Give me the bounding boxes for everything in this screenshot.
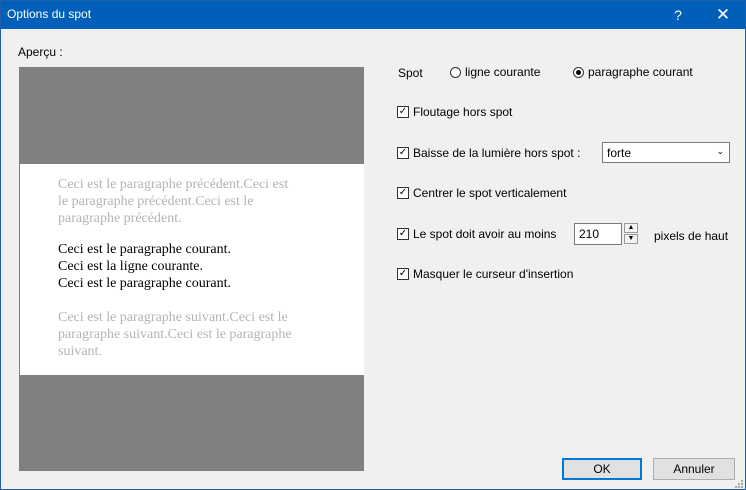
chevron-down-icon: ⌄ (716, 146, 724, 156)
checkbox-icon: ✓ (397, 268, 409, 280)
checkbox-icon: ✓ (397, 228, 409, 240)
radio-selected-icon (573, 66, 584, 78)
ok-button[interactable]: OK (562, 458, 642, 480)
radio-icon (450, 66, 461, 78)
dim-level-value: forte (607, 146, 632, 160)
arrow-down-icon: ▼ (627, 235, 635, 242)
arrow-up-icon: ▲ (627, 224, 635, 231)
radio-current-line[interactable]: ligne courante (450, 65, 540, 79)
center-checkbox[interactable]: ✓ Centrer le spot verticalement (397, 186, 566, 200)
dim-label: Baisse de la lumière hors spot : (413, 146, 581, 160)
window-title: Options du spot (7, 7, 92, 21)
spin-down-button[interactable]: ▼ (624, 234, 638, 244)
check-icon: ✓ (398, 228, 408, 239)
checkbox-icon: ✓ (397, 187, 409, 199)
blur-checkbox[interactable]: ✓ Floutage hors spot (397, 105, 512, 119)
dim-checkbox[interactable]: ✓ Baisse de la lumière hors spot : (397, 146, 580, 160)
preview-page: Ceci est le paragraphe précédent.Ceci es… (20, 164, 364, 375)
current-line: Ceci est la ligne courante. (58, 259, 203, 274)
hide-cursor-checkbox[interactable]: ✓ Masquer le curseur d'insertion (397, 267, 573, 281)
blur-label: Floutage hors spot (413, 105, 513, 119)
checkbox-icon: ✓ (397, 147, 409, 159)
current-paragraph-line: Ceci est le paragraphe courant. (58, 276, 231, 291)
hide-cursor-label: Masquer le curseur d'insertion (413, 267, 574, 281)
radio-current-paragraph[interactable]: paragraphe courant (573, 65, 693, 79)
pixels-unit-label: pixels de haut (654, 229, 729, 243)
check-icon: ✓ (398, 106, 408, 117)
preview-label: Aperçu : (18, 45, 63, 59)
min-height-label: Le spot doit avoir au moins (413, 227, 557, 241)
check-icon: ✓ (398, 268, 408, 279)
preview-area: Ceci est le paragraphe précédent.Ceci es… (19, 67, 364, 471)
next-paragraph: Ceci est le paragraphe suivant.Ceci est … (58, 310, 292, 359)
current-paragraph: Ceci est le paragraphe courant. Ceci est… (58, 241, 298, 292)
resize-grip-icon[interactable] (734, 479, 744, 489)
radio-label: ligne courante (465, 65, 541, 79)
title-bar: Options du spot ? ✕ (1, 1, 745, 29)
previous-paragraph: Ceci est le paragraphe précédent.Ceci es… (58, 177, 289, 226)
center-label: Centrer le spot verticalement (413, 186, 567, 200)
help-button[interactable]: ? (660, 1, 696, 29)
close-button[interactable]: ✕ (704, 1, 742, 29)
cancel-button[interactable]: Annuler (653, 458, 735, 480)
check-icon: ✓ (398, 147, 408, 158)
radio-label: paragraphe courant (588, 65, 693, 79)
dim-level-select[interactable]: forte ⌄ (602, 142, 730, 163)
min-height-input[interactable]: 210 (574, 223, 622, 245)
min-height-spinner: 210 ▲ ▼ (574, 223, 639, 245)
spin-up-button[interactable]: ▲ (624, 223, 638, 233)
spot-options-dialog: Options du spot ? ✕ Aperçu : Ceci est le… (0, 0, 746, 490)
current-paragraph-line: Ceci est le paragraphe courant. (58, 242, 231, 257)
min-height-checkbox[interactable]: ✓ Le spot doit avoir au moins (397, 227, 556, 241)
spot-label: Spot (398, 66, 423, 80)
close-icon: ✕ (715, 5, 731, 24)
check-icon: ✓ (398, 187, 408, 198)
checkbox-icon: ✓ (397, 106, 409, 118)
